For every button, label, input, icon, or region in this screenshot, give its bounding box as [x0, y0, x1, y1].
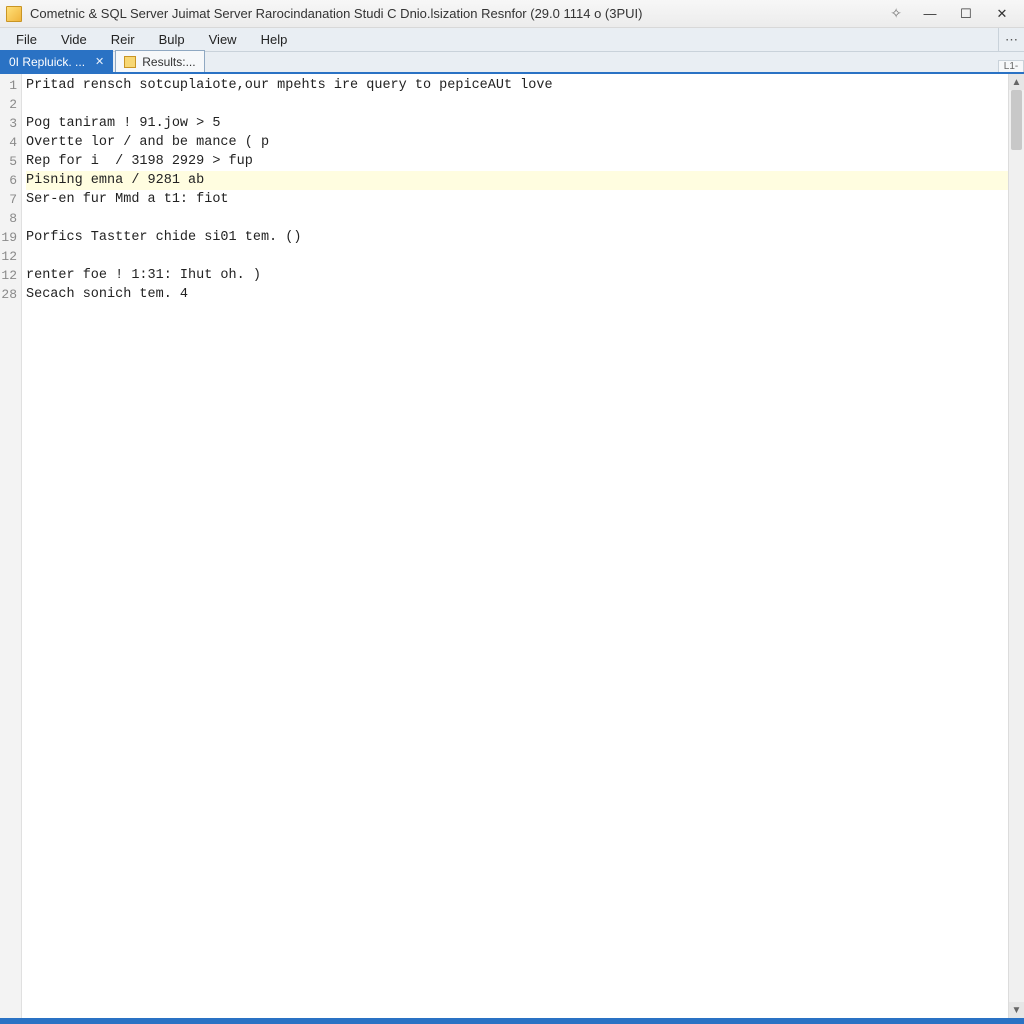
code-line[interactable]: Secach sonich tem. 4 — [26, 285, 1008, 304]
close-button[interactable]: ✕ — [984, 2, 1020, 26]
code-line[interactable]: Pisning emna / 9281 ab — [26, 171, 1008, 190]
line-number: 5 — [0, 152, 21, 171]
code-line[interactable] — [26, 247, 1008, 266]
code-line[interactable]: Pog taniram ! 91.jow > 5 — [26, 114, 1008, 133]
code-line[interactable]: renter foe ! 1:31: Ihut oh. ) — [26, 266, 1008, 285]
scroll-thumb[interactable] — [1011, 90, 1022, 150]
line-number: 2 — [0, 95, 21, 114]
menu-vide[interactable]: Vide — [49, 28, 99, 51]
tab-label: 0I Repluick. ... — [9, 55, 85, 69]
close-icon[interactable]: ✕ — [95, 55, 104, 68]
line-number: 19 — [0, 228, 21, 247]
line-number: 8 — [0, 209, 21, 228]
line-number: 4 — [0, 133, 21, 152]
app-icon — [6, 6, 22, 22]
line-number: 12 — [0, 247, 21, 266]
menu-bulp[interactable]: Bulp — [147, 28, 197, 51]
menu-help[interactable]: Help — [249, 28, 300, 51]
scroll-down-icon[interactable]: ▼ — [1009, 1002, 1024, 1018]
line-number: 3 — [0, 114, 21, 133]
code-line[interactable]: Rep for i / 3198 2929 > fup — [26, 152, 1008, 171]
line-gutter: 1234567819121228 — [0, 74, 22, 1018]
code-area[interactable]: Pritad rensch sotcuplaiote,our mpehts ir… — [22, 74, 1008, 1018]
line-number: 1 — [0, 76, 21, 95]
tab-label: Results:... — [142, 55, 195, 69]
line-number: 7 — [0, 190, 21, 209]
maximize-button[interactable]: ☐ — [948, 2, 984, 26]
menu-reir[interactable]: Reir — [99, 28, 147, 51]
code-line[interactable]: Overtte lor / and be mance ( p — [26, 133, 1008, 152]
editor: 1234567819121228 Pritad rensch sotcuplai… — [0, 74, 1024, 1018]
line-number: 12 — [0, 266, 21, 285]
tab-overflow-button[interactable]: L1- — [998, 60, 1024, 72]
favorite-icon[interactable]: ✧ — [890, 5, 902, 22]
scroll-up-icon[interactable]: ▲ — [1009, 74, 1024, 90]
code-line[interactable]: Ser-en fur Mmd a t1: fiot — [26, 190, 1008, 209]
code-line[interactable]: Pritad rensch sotcuplaiote,our mpehts ir… — [26, 76, 1008, 95]
line-number: 6 — [0, 171, 21, 190]
code-line[interactable]: Porfics Tastter chide si01 tem. () — [26, 228, 1008, 247]
document-icon — [124, 56, 136, 68]
titlebar: Cometnic & SQL Server Juimat Server Raro… — [0, 0, 1024, 28]
menu-view[interactable]: View — [197, 28, 249, 51]
menu-file[interactable]: File — [4, 28, 49, 51]
toolbar-overflow-icon[interactable]: ⋯ — [998, 28, 1024, 51]
line-number: 28 — [0, 285, 21, 304]
tabbar: 0I Repluick. ... ✕ Results:... L1- — [0, 52, 1024, 74]
code-line[interactable] — [26, 209, 1008, 228]
tab-results[interactable]: Results:... — [115, 50, 204, 72]
tab-query[interactable]: 0I Repluick. ... ✕ — [0, 50, 113, 72]
status-strip — [0, 1018, 1024, 1024]
menubar: File Vide Reir Bulp View Help ⋯ — [0, 28, 1024, 52]
code-line[interactable] — [26, 95, 1008, 114]
minimize-button[interactable]: — — [912, 2, 948, 26]
window-title: Cometnic & SQL Server Juimat Server Raro… — [30, 6, 642, 21]
vertical-scrollbar[interactable]: ▲ ▼ — [1008, 74, 1024, 1018]
